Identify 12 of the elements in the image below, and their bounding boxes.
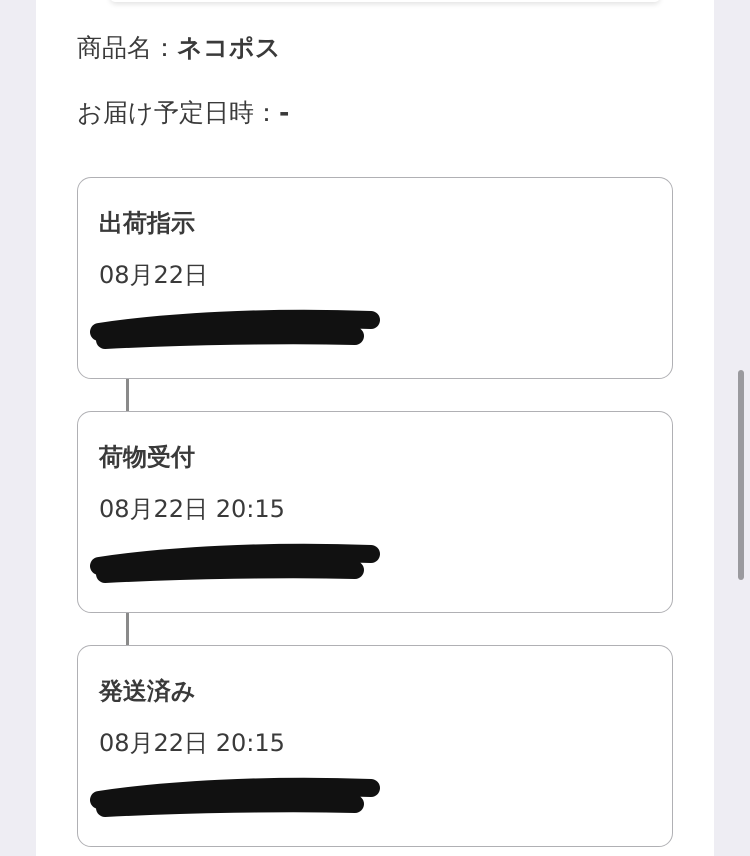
- status-datetime: 08月22日 20:15: [99, 494, 286, 525]
- timeline-connector: [126, 379, 129, 411]
- status-datetime: 08月22日 20:15: [99, 728, 286, 759]
- status-title: 出荷指示: [99, 208, 196, 239]
- product-name: ネコポス: [177, 32, 281, 64]
- status-title: 荷物受付: [99, 442, 196, 473]
- status-title: 発送済み: [99, 676, 197, 707]
- status-datetime: 08月22日: [99, 260, 210, 291]
- delivery-label: お届け予定日時：: [77, 97, 279, 129]
- product-label: 商品名：: [77, 32, 177, 64]
- timeline-connector: [126, 613, 129, 645]
- delivery-date: -: [279, 97, 290, 129]
